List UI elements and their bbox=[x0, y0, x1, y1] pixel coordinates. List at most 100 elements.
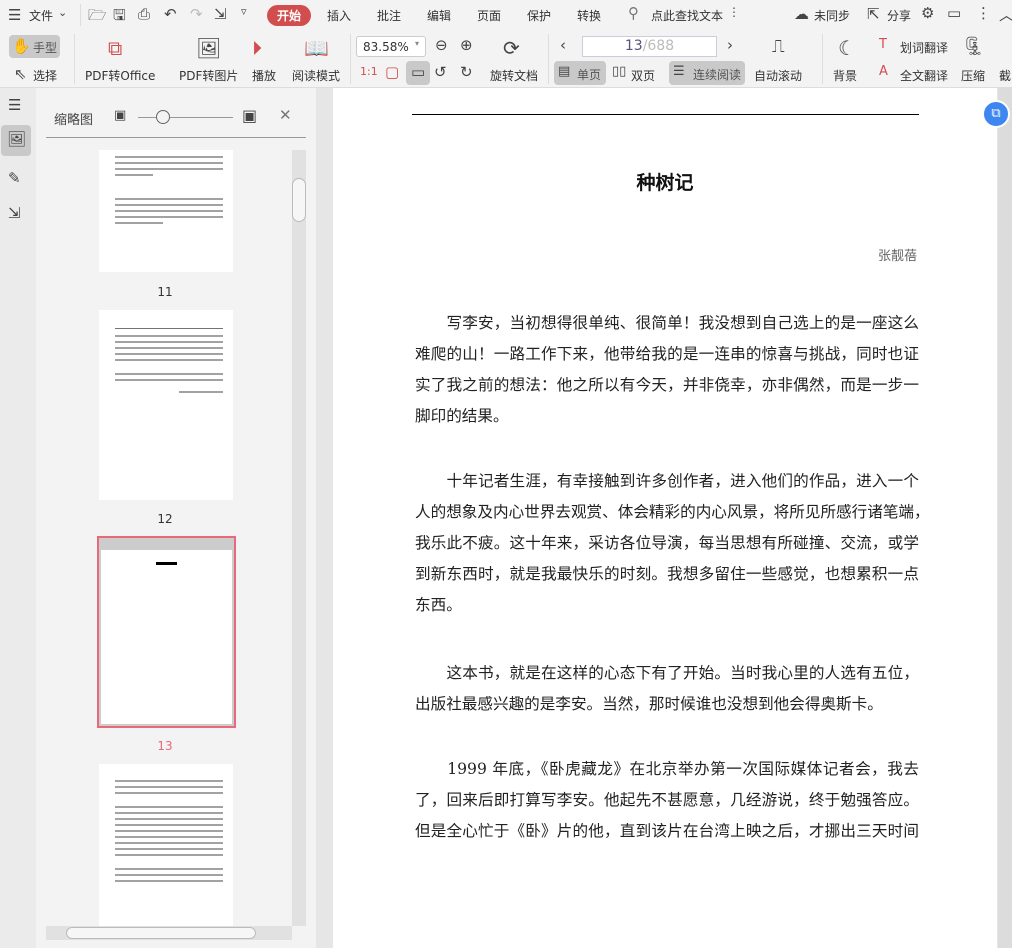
paragraph: 写李安，当初想得很单纯、很简单！我没想到自己选上的是一座这么 难爬的山！一路工作下… bbox=[415, 308, 919, 432]
paragraph: 十年记者生涯，有幸接触到许多创作者，进入他们的作品，进入一个 人的想象及内心世界去… bbox=[415, 466, 930, 621]
compress-button[interactable]: 压缩 bbox=[961, 67, 985, 84]
thumbnail-icon: 🖼 bbox=[7, 130, 27, 148]
read-mode-button[interactable]: 阅读模式 bbox=[292, 67, 340, 84]
thumbnail-page-12[interactable] bbox=[99, 310, 233, 500]
fit-width-button[interactable]: ▭ bbox=[406, 61, 430, 85]
text-line: 脚印的结果。 bbox=[415, 407, 509, 425]
text-line: 这本书，就是在这样的心态下有了开始。当时我心里的人选有五位， bbox=[415, 664, 920, 682]
pdf-to-office-button[interactable]: PDF转Office bbox=[85, 67, 155, 84]
open-folder-icon[interactable]: 🗁 bbox=[88, 5, 107, 30]
background-button[interactable]: 背景 bbox=[833, 67, 857, 84]
select-tool-button[interactable]: 选择 bbox=[33, 67, 57, 84]
more-dropdown-icon[interactable]: ▿ bbox=[241, 5, 247, 18]
thumbnail-page-11[interactable] bbox=[99, 150, 233, 272]
search-icon: ⚲ bbox=[628, 4, 639, 22]
file-menu[interactable]: 文件 bbox=[29, 7, 53, 24]
small-image-icon[interactable]: ▣ bbox=[114, 108, 126, 123]
actual-size-icon[interactable]: 1:1 bbox=[360, 65, 378, 78]
zoom-out-icon[interactable]: ⊖ bbox=[435, 36, 448, 54]
vertical-scrollbar[interactable] bbox=[292, 150, 306, 926]
paragraph: 这本书，就是在这样的心态下有了开始。当时我心里的人选有五位， 出版社最感兴趣的是李… bbox=[415, 658, 919, 720]
word-translate-button[interactable]: 划词翻译 bbox=[900, 39, 948, 56]
redo-icon[interactable]: ↷ bbox=[190, 5, 203, 23]
rotate-doc-button[interactable]: 旋转文档 bbox=[490, 67, 538, 84]
text-line: 到新东西时，就是我最快乐的时刻。我想多留住一些感觉，也想累积一点 bbox=[415, 565, 919, 583]
single-page-button[interactable]: ▤ 单页 bbox=[554, 61, 606, 85]
pen-icon[interactable]: ✎ bbox=[8, 169, 21, 187]
fit-page-icon[interactable]: ▢ bbox=[385, 63, 399, 81]
collapse-ribbon-icon[interactable]: ︿ bbox=[999, 4, 1012, 25]
export-doc-icon[interactable]: ⇲ bbox=[8, 204, 21, 222]
double-page-button[interactable]: 双页 bbox=[631, 67, 655, 84]
export-icon[interactable]: ⇲ bbox=[214, 5, 227, 23]
page-label-13: 13 bbox=[157, 739, 173, 753]
play-button[interactable]: 播放 bbox=[252, 67, 276, 84]
search-input[interactable]: 点此查找文本 bbox=[651, 7, 723, 24]
auto-scroll-button[interactable]: 自动滚动 bbox=[754, 67, 802, 84]
rotate-left-icon[interactable]: ↺ bbox=[434, 63, 447, 81]
rotate-right-icon[interactable]: ↻ bbox=[460, 63, 473, 81]
gear-icon[interactable]: ⚙ bbox=[921, 4, 934, 22]
pdf-to-office-icon: ⧉ bbox=[108, 36, 123, 60]
document-scrollbar[interactable] bbox=[998, 88, 1012, 948]
large-image-icon[interactable]: ▣ bbox=[242, 106, 257, 125]
zoom-in-icon[interactable]: ⊕ bbox=[460, 36, 473, 54]
fit-width-icon: ▭ bbox=[411, 63, 426, 81]
text-line: 东西。 bbox=[415, 596, 462, 614]
text-line: 人的想象及内心世界去观赏、体会精彩的内心风景，将所见所感行诸笔端， bbox=[415, 503, 930, 521]
chevron-down-icon: ▾ bbox=[415, 39, 420, 48]
close-icon[interactable]: ✕ bbox=[279, 106, 292, 124]
tab-insert[interactable]: 插入 bbox=[327, 7, 351, 24]
document-author: 张靓蓓 bbox=[877, 249, 917, 264]
text-line: 1999 年底，《卧虎藏龙》在北京举办第一次国际媒体记者会，我去 bbox=[415, 760, 919, 778]
zoom-select[interactable]: 83.58% ▾ bbox=[356, 36, 426, 57]
zoom-value: 83.58% bbox=[363, 40, 409, 54]
text-line: 了，回来后即打算写李安。他起先不甚愿意，几经游说，终于勉强答应。 bbox=[415, 791, 919, 809]
print-icon[interactable]: ⎙ bbox=[138, 5, 150, 23]
continuous-label: 连续阅读 bbox=[693, 68, 742, 82]
continuous-icon: ☰ bbox=[673, 64, 685, 79]
save-icon[interactable]: 🖫 bbox=[113, 5, 126, 30]
prev-page-icon[interactable]: ‹ bbox=[560, 36, 566, 54]
horizontal-scrollbar[interactable] bbox=[46, 926, 292, 940]
scrollbar-thumb[interactable] bbox=[292, 178, 306, 222]
sync-status[interactable]: 未同步 bbox=[814, 7, 850, 24]
pdf-to-image-button[interactable]: PDF转图片 bbox=[179, 67, 238, 84]
more-vertical-icon-2[interactable]: ⋮ bbox=[976, 4, 991, 22]
thumbnail-page-14[interactable] bbox=[99, 764, 233, 926]
tab-edit[interactable]: 编辑 bbox=[427, 7, 451, 24]
share-button[interactable]: 分享 bbox=[887, 7, 911, 24]
tab-annotate[interactable]: 批注 bbox=[377, 7, 401, 24]
thumbnail-size-slider[interactable] bbox=[138, 117, 233, 118]
text-line: 写李安，当初想得很单纯、很简单！我没想到自己选上的是一座这么 bbox=[415, 314, 920, 332]
page-label-11: 11 bbox=[157, 285, 173, 299]
screenshot-button[interactable]: 截 bbox=[999, 67, 1011, 84]
moon-icon: ☾ bbox=[838, 36, 856, 60]
continuous-read-button[interactable]: ☰ 连续阅读 bbox=[669, 61, 745, 85]
thumbnail-tab[interactable]: 🖼 bbox=[1, 125, 31, 156]
comment-icon[interactable]: ▭ bbox=[947, 4, 961, 22]
next-page-icon[interactable]: › bbox=[727, 36, 733, 54]
tab-protect[interactable]: 保护 bbox=[527, 7, 551, 24]
slider-handle[interactable] bbox=[156, 110, 170, 124]
ribbon-toolbar: ✋ 手型 ⇖ 选择 ⧉ PDF转Office 🖼 PDF转图片 ⏵ 播放 📖 阅… bbox=[0, 30, 1012, 88]
undo-icon[interactable]: ↶ bbox=[164, 5, 177, 23]
single-page-label: 单页 bbox=[577, 68, 602, 82]
hand-tool-button[interactable]: ✋ 手型 bbox=[9, 35, 60, 58]
image-icon: 🖼 bbox=[196, 36, 222, 60]
more-vertical-icon[interactable]: ⋮ bbox=[728, 5, 740, 19]
tab-page[interactable]: 页面 bbox=[477, 7, 501, 24]
full-translate-button[interactable]: 全文翻译 bbox=[900, 67, 948, 84]
chevron-down-icon[interactable]: ⌄ bbox=[58, 6, 67, 19]
convert-icon: ⧉ bbox=[991, 106, 1001, 121]
hamburger-icon[interactable]: ☰ bbox=[8, 6, 21, 24]
tab-convert[interactable]: 转换 bbox=[577, 7, 601, 24]
page-number-input[interactable]: 13/688 bbox=[582, 36, 717, 57]
h-scrollbar-thumb[interactable] bbox=[66, 927, 256, 939]
floating-convert-button[interactable]: ⧉ bbox=[982, 100, 1010, 128]
outline-icon[interactable]: ☰ bbox=[8, 96, 21, 114]
auto-scroll-icon: ⎍ bbox=[772, 36, 785, 57]
tab-start[interactable]: 开始 bbox=[267, 5, 312, 26]
thumbnail-page-13-selected[interactable] bbox=[97, 536, 236, 728]
current-page: 13 bbox=[624, 38, 643, 54]
